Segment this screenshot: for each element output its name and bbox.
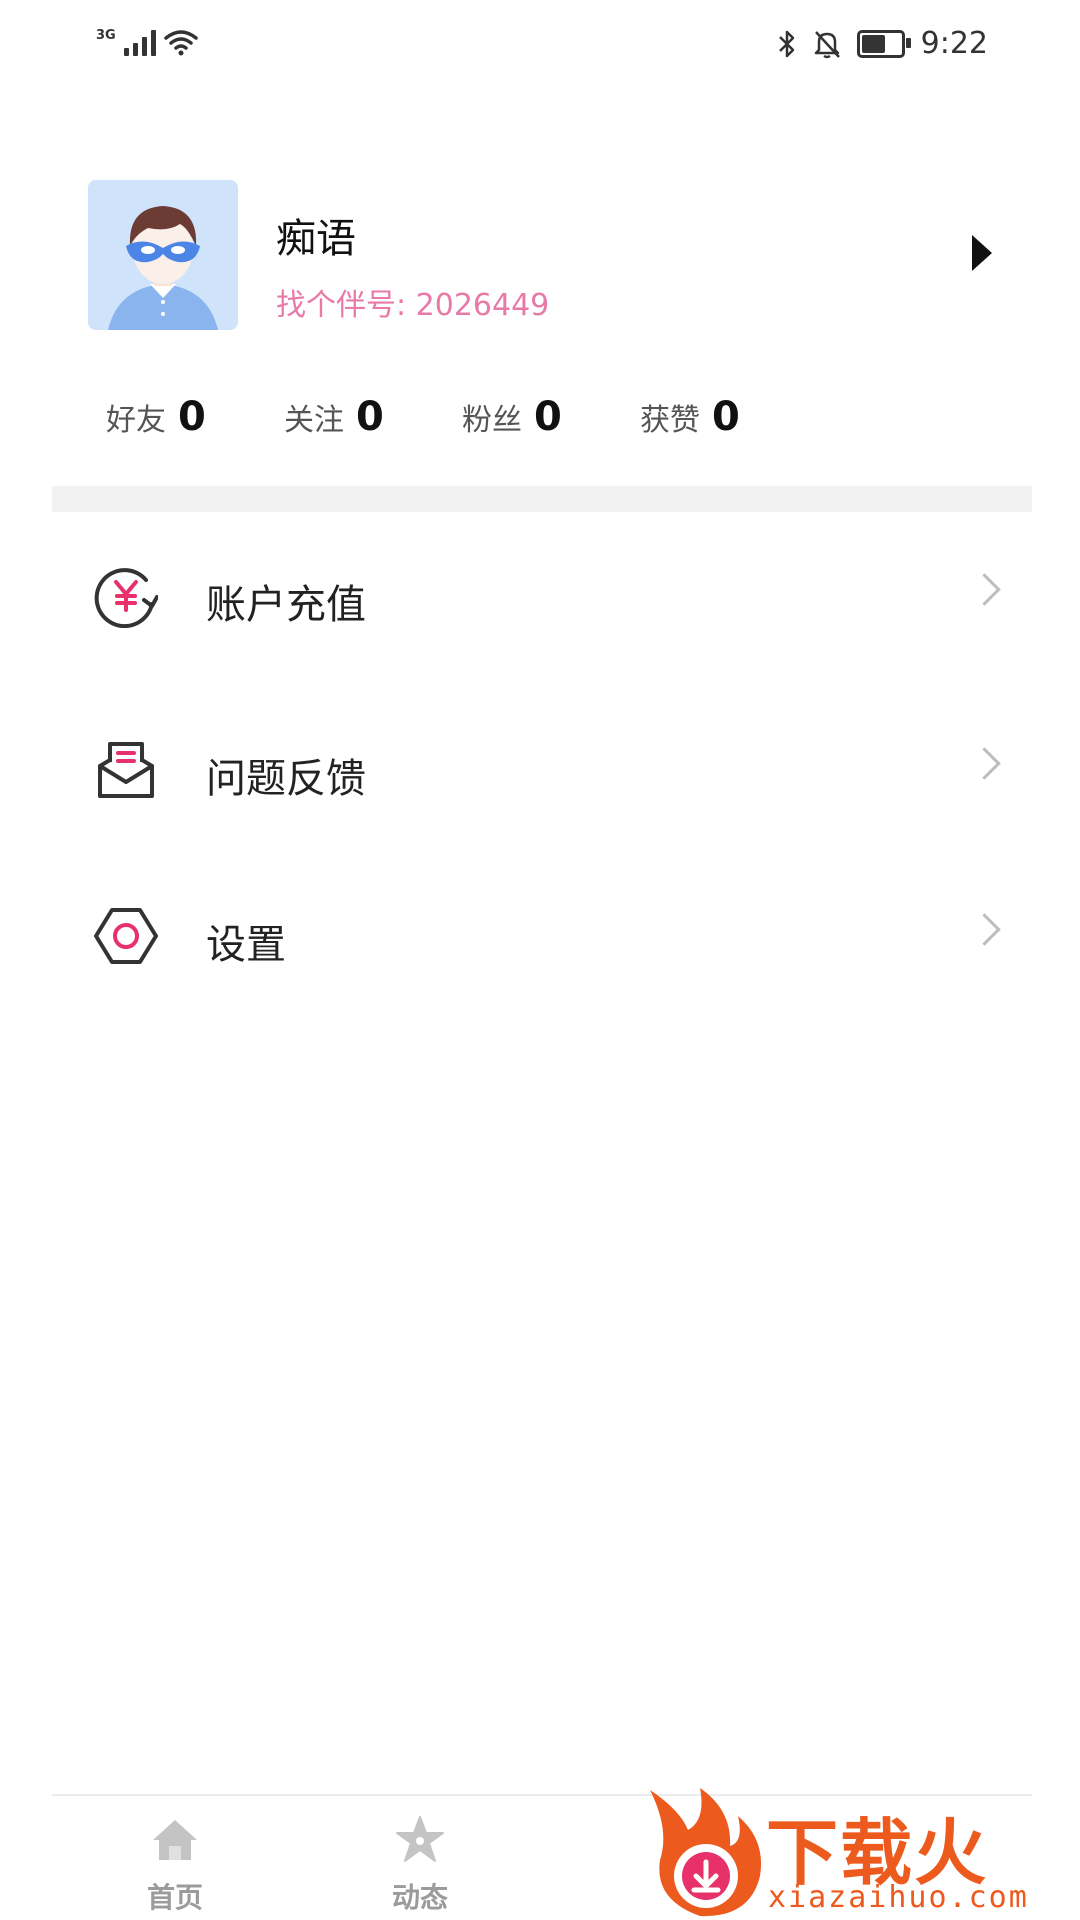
tab-home[interactable]: 首页: [105, 1814, 245, 1916]
home-icon: [153, 1820, 197, 1860]
user-name: 痴语: [276, 216, 356, 262]
wifi-icon: [163, 30, 198, 56]
watermark-site: xiazaihuo.com: [768, 1880, 1029, 1915]
network-type: 3G: [96, 28, 116, 43]
stat-friends[interactable]: 好友 0: [106, 394, 284, 440]
feedback-envelope-icon: [98, 742, 154, 798]
stat-label: 好友: [106, 403, 166, 438]
signal-icon: [123, 28, 156, 56]
flame-logo-icon: [650, 1788, 762, 1917]
menu-label: 账户充值: [206, 582, 366, 628]
menu-item-recharge[interactable]: 账户充值: [52, 536, 1032, 656]
stat-value: 0: [534, 394, 562, 440]
stat-fans[interactable]: 粉丝 0: [462, 394, 640, 440]
tab-label: 首页: [146, 1881, 203, 1914]
stats-row: 好友 0 关注 0 粉丝 0 获赞 0: [106, 394, 818, 440]
recharge-yen-icon: [94, 568, 158, 628]
status-time: 9:22: [920, 26, 988, 61]
user-id-value: 2026449: [415, 288, 550, 323]
chevron-right-icon: [968, 747, 1001, 780]
tab-label: 动态: [391, 1881, 448, 1914]
stat-value: 0: [178, 394, 206, 440]
stat-label: 关注: [284, 403, 344, 438]
profile-header[interactable]: 痴语 找个伴号: 2026449: [88, 180, 992, 330]
menu-label: 设置: [206, 922, 286, 968]
watermark-logo: 下载火 xiazaihuo.com: [640, 1780, 1080, 1920]
chevron-right-icon: [968, 573, 1001, 606]
mute-bell-icon: [814, 30, 840, 58]
stat-label: 粉丝: [462, 403, 522, 438]
stat-value: 0: [712, 394, 740, 440]
stat-label: 获赞: [640, 403, 700, 438]
status-left: 3G: [96, 28, 198, 56]
tab-feed[interactable]: 动态: [350, 1814, 490, 1916]
profile-arrow-icon[interactable]: [972, 235, 992, 271]
status-right: 9:22: [777, 26, 988, 61]
user-id: 找个伴号: 2026449: [276, 280, 549, 324]
stat-likes[interactable]: 获赞 0: [640, 394, 818, 440]
bluetooth-icon: [778, 30, 794, 57]
star-icon: [396, 1816, 444, 1862]
avatar[interactable]: [88, 180, 238, 330]
battery-icon: [856, 29, 911, 58]
section-divider: [52, 486, 1032, 512]
status-bar: 3G 9:22: [0, 0, 1080, 90]
masked-avatar-icon: [88, 180, 238, 330]
menu-item-feedback[interactable]: 问题反馈: [52, 710, 1032, 830]
chevron-right-icon: [968, 913, 1001, 946]
settings-hexagon-icon: [94, 908, 158, 964]
menu-label: 问题反馈: [206, 756, 366, 802]
menu-item-settings[interactable]: 设置: [52, 876, 1032, 996]
stat-value: 0: [356, 394, 384, 440]
user-id-label: 找个伴号:: [276, 288, 407, 323]
stat-following[interactable]: 关注 0: [284, 394, 462, 440]
